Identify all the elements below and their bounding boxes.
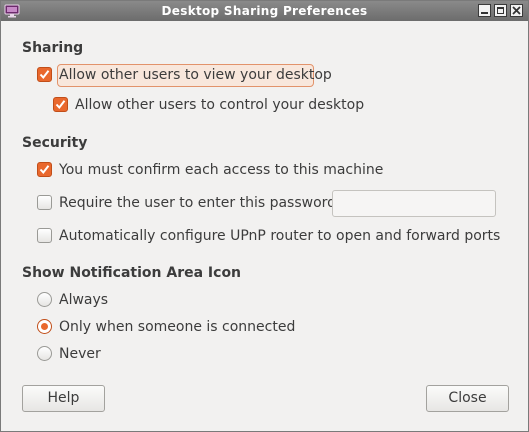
require-password-checkbox[interactable]: [37, 195, 52, 210]
maximize-icon[interactable]: [494, 4, 507, 17]
radio-connected-row[interactable]: Only when someone is connected: [37, 316, 297, 338]
confirm-access-checkbox-row[interactable]: You must confirm each access to this mac…: [37, 159, 383, 181]
allow-control-label: Allow other users to control your deskto…: [75, 97, 365, 113]
security-heading: Security: [22, 135, 88, 151]
radio-never-label: Never: [59, 346, 101, 362]
minimize-icon[interactable]: [478, 4, 491, 17]
confirm-access-checkbox[interactable]: [37, 162, 52, 177]
allow-control-checkbox[interactable]: [53, 97, 68, 112]
radio-connected-label: Only when someone is connected: [59, 319, 296, 335]
allow-view-label: Allow other users to view your desktop: [59, 67, 332, 83]
password-input[interactable]: [332, 190, 496, 217]
require-password-checkbox-row[interactable]: Require the user to enter this password:: [37, 192, 341, 214]
require-password-label: Require the user to enter this password:: [59, 195, 341, 211]
checkmark-icon: [55, 100, 66, 110]
radio-always-label: Always: [59, 292, 109, 308]
radio-always-row[interactable]: Always: [37, 289, 157, 311]
allow-view-checkbox-row[interactable]: Allow other users to view your desktop: [37, 64, 332, 86]
allow-control-checkbox-row[interactable]: Allow other users to control your deskto…: [53, 94, 364, 116]
close-icon[interactable]: [510, 4, 523, 17]
radio-always[interactable]: [37, 292, 52, 307]
upnp-label: Automatically configure UPnP router to o…: [59, 228, 501, 244]
title-bar[interactable]: Desktop Sharing Preferences: [1, 1, 528, 21]
radio-never[interactable]: [37, 346, 52, 361]
radio-never-row[interactable]: Never: [37, 343, 157, 365]
upnp-checkbox[interactable]: [37, 228, 52, 243]
upnp-checkbox-row[interactable]: Automatically configure UPnP router to o…: [37, 225, 500, 247]
checkmark-icon: [39, 165, 50, 175]
confirm-access-label: You must confirm each access to this mac…: [59, 162, 384, 178]
help-button[interactable]: Help: [22, 385, 105, 412]
notification-heading: Show Notification Area Icon: [22, 265, 242, 281]
sharing-heading: Sharing: [22, 40, 84, 56]
checkmark-icon: [39, 70, 50, 80]
window-title: Desktop Sharing Preferences: [161, 4, 368, 18]
close-button[interactable]: Close: [426, 385, 509, 412]
radio-connected[interactable]: [37, 319, 52, 334]
allow-view-checkbox[interactable]: [37, 67, 52, 82]
preferences-window: Desktop Sharing Preferences Sharing Allo…: [0, 0, 529, 432]
